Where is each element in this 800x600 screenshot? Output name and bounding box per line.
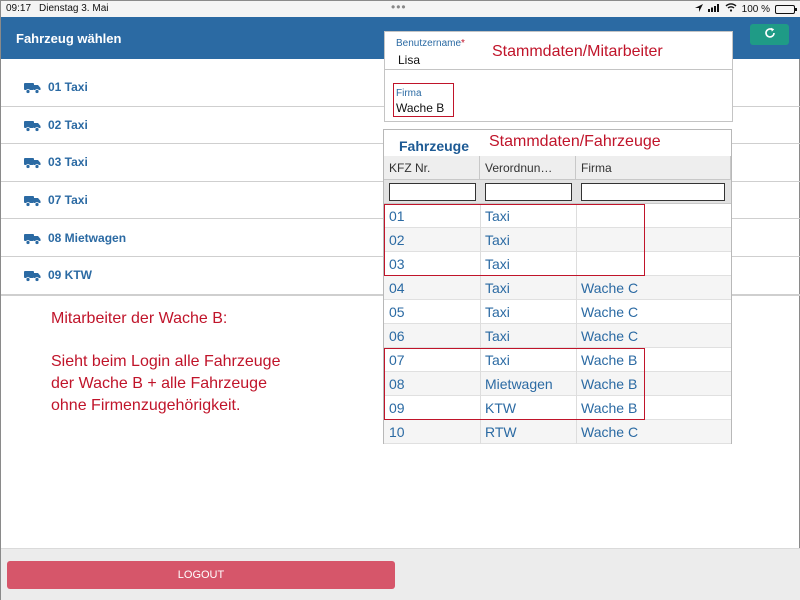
required-asterisk: * [461, 38, 465, 49]
cell-divider [480, 420, 481, 444]
highlight-no-firma-rows [384, 204, 645, 276]
username-label: Benutzername* [396, 38, 465, 49]
table-row[interactable]: 05 Taxi Wache C [384, 300, 731, 324]
status-date: Dienstag 3. Mai [39, 3, 109, 14]
firma-value[interactable]: Wache B [396, 101, 444, 115]
battery-icon [775, 4, 797, 14]
column-header-verordnung[interactable]: Verordnun… [480, 156, 576, 180]
footer-bar: LOGOUT [1, 548, 800, 600]
vehicle-label: 03 Taxi [48, 155, 88, 170]
filter-input-kfz[interactable] [389, 183, 476, 201]
status-bar: 09:17 Dienstag 3. Mai ••• 100 % [1, 0, 800, 17]
cell-divider [480, 324, 481, 348]
annotation-master-vehicles: Stammdaten/Fahrzeuge [489, 133, 661, 150]
vehicle-label: 02 Taxi [48, 117, 88, 132]
cell-divider [576, 420, 577, 444]
cell-kfz: 06 [389, 328, 405, 344]
battery-percentage: 100 % [741, 3, 770, 15]
truck-icon [24, 194, 41, 207]
wifi-icon [725, 3, 737, 15]
cell-firma: Wache C [581, 328, 639, 344]
cell-divider [480, 300, 481, 324]
cell-verordnung: RTW [485, 424, 517, 440]
cell-firma: Wache C [581, 280, 639, 296]
cell-verordnung: Taxi [485, 328, 510, 344]
username-label-text: Benutzername [396, 38, 462, 49]
cell-verordnung: Taxi [485, 304, 510, 320]
cell-firma: Wache C [581, 424, 639, 440]
truck-icon [24, 232, 41, 245]
status-indicators: 100 % [694, 3, 797, 15]
cell-kfz: 04 [389, 280, 405, 296]
filter-input-verordnung[interactable] [485, 183, 572, 201]
note-line-2: Sieht beim Login alle Fahrzeuge [51, 353, 281, 370]
table-title: Fahrzeuge [399, 138, 470, 154]
cell-divider [576, 276, 577, 300]
page-title: Fahrzeug wählen [16, 31, 122, 46]
panel-divider [385, 69, 732, 70]
vehicle-label: 07 Taxi [48, 193, 88, 208]
cell-verordnung: Taxi [485, 280, 510, 296]
vehicles-table-panel: Fahrzeuge KFZ Nr. Verordnun… Firma 01 Tax… [383, 129, 732, 444]
vehicle-label: 09 KTW [48, 268, 93, 283]
column-header-kfz[interactable]: KFZ Nr. [384, 156, 480, 180]
cell-divider [576, 300, 577, 324]
vehicle-label: 08 Mietwagen [48, 230, 127, 245]
cell-divider [480, 276, 481, 300]
note-line-3: der Wache B + alle Fahrzeuge [51, 375, 267, 392]
filter-input-firma[interactable] [581, 183, 725, 201]
truck-icon [24, 81, 41, 95]
cell-divider [576, 324, 577, 348]
note-line-1: Mitarbeiter der Wache B: [51, 310, 228, 327]
vehicle-label: 01 Taxi [48, 80, 88, 95]
table-row[interactable]: 04 Taxi Wache C [384, 276, 731, 300]
highlight-wache-b-rows [384, 348, 645, 420]
cell-kfz: 10 [389, 424, 405, 440]
cell-kfz: 05 [389, 304, 405, 320]
firma-label: Firma [396, 88, 422, 99]
status-time: 09:17 [6, 3, 32, 14]
username-value[interactable]: Lisa [398, 53, 420, 67]
signal-icon [707, 3, 720, 15]
filter-row [384, 180, 731, 204]
logout-button[interactable]: LOGOUT [7, 561, 395, 589]
location-icon [694, 3, 703, 15]
table-row[interactable]: 10 RTW Wache C [384, 420, 731, 444]
multitasking-dots-icon[interactable]: ••• [391, 0, 407, 14]
truck-icon [24, 156, 41, 170]
truck-icon [24, 269, 41, 283]
note-line-4: ohne Firmenzugehörigkeit. [51, 397, 241, 414]
annotation-master-employee: Stammdaten/Mitarbeiter [492, 43, 663, 60]
truck-icon [24, 119, 41, 132]
refresh-icon [764, 25, 776, 42]
table-row[interactable]: 06 Taxi Wache C [384, 324, 731, 348]
cell-firma: Wache C [581, 304, 639, 320]
refresh-button[interactable] [750, 24, 789, 45]
column-header-firma[interactable]: Firma [576, 156, 731, 180]
